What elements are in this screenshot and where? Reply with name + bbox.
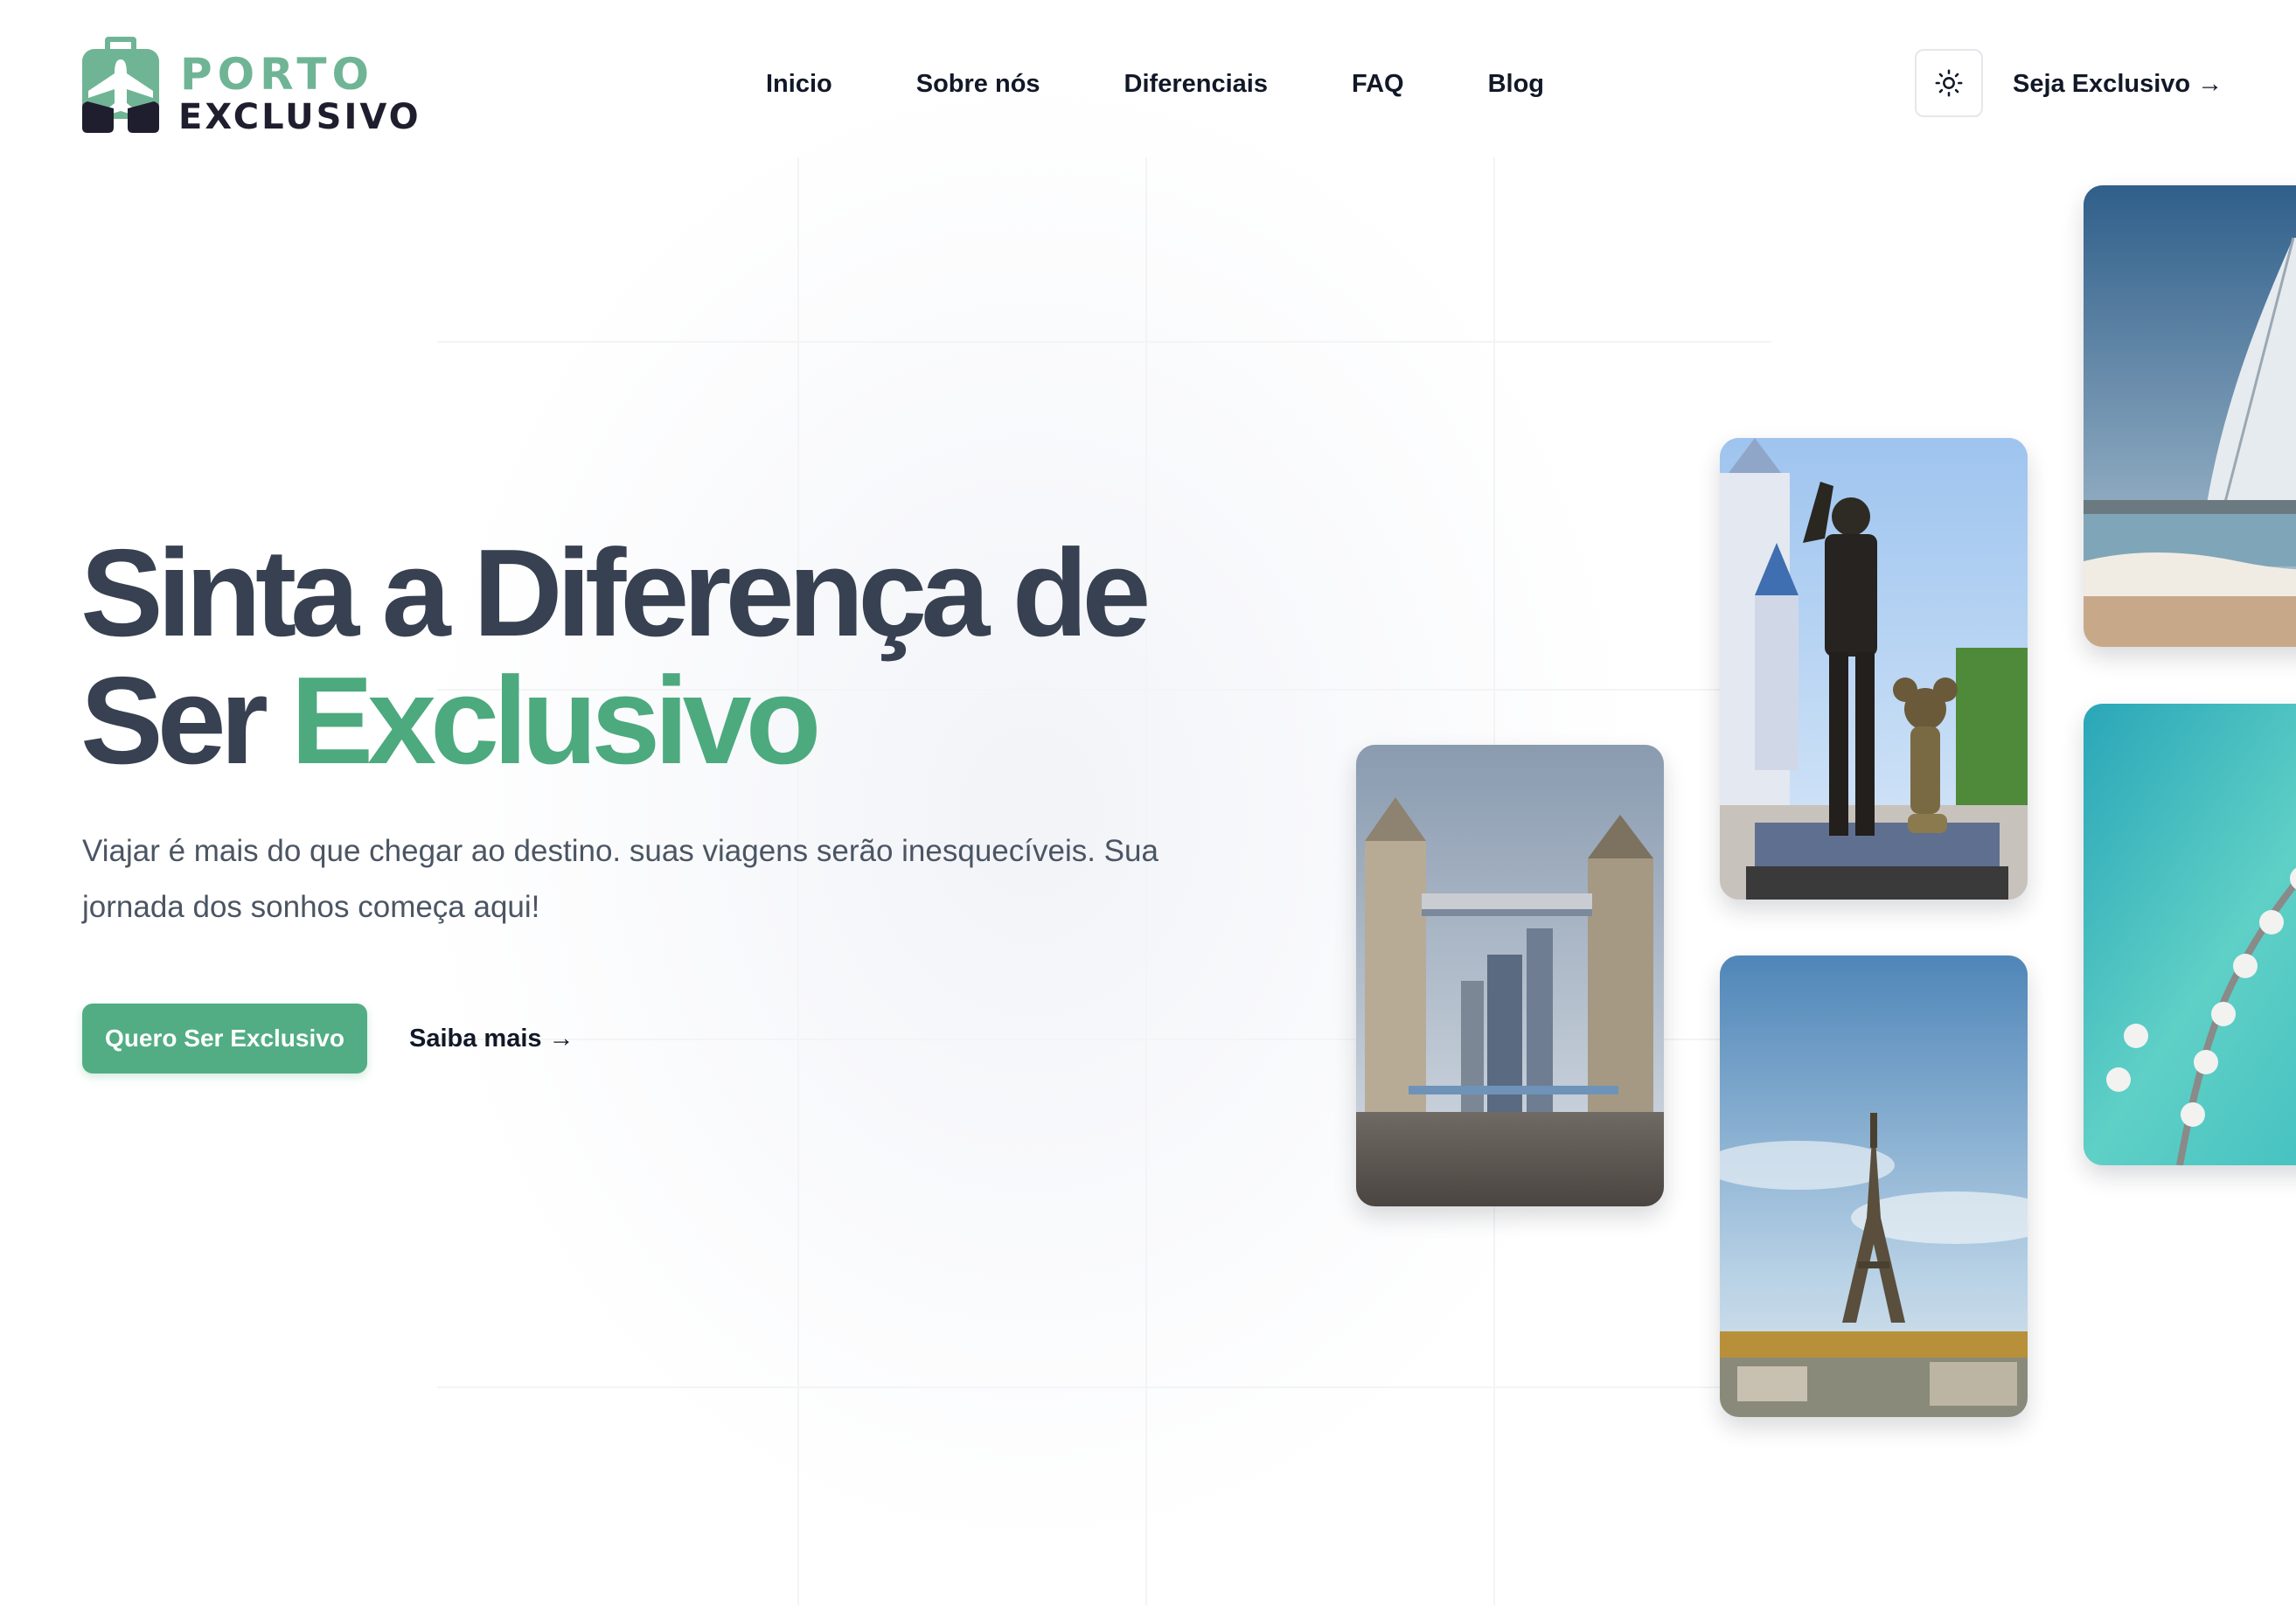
brand-name-top: PORTO (180, 49, 375, 100)
landing-page: PORTO EXCLUSIVO Inicio Sobre nós Diferen… (0, 0, 2296, 1605)
site-header: PORTO EXCLUSIVO Inicio Sobre nós Diferen… (0, 0, 2296, 166)
theme-toggle-button[interactable] (1915, 49, 1983, 117)
hero-subtitle: Viajar é mais do que chegar ao destino. … (82, 834, 1158, 924)
hero-title: Sinta a Diferença de Ser Exclusivo (80, 530, 1151, 785)
seja-exclusivo-label: Seja Exclusivo (2013, 70, 2191, 98)
sun-icon (1935, 69, 1963, 97)
disney-partners-statue-photo (1720, 438, 2028, 900)
arrow-right-icon: → (548, 1025, 574, 1053)
maldives-water-villas-photo (2084, 704, 2296, 1165)
saiba-mais-label: Saiba mais (409, 1025, 542, 1053)
brand-name-bottom: EXCLUSIVO (178, 97, 421, 137)
nav-item-sobre-nos[interactable]: Sobre nós (916, 66, 1040, 101)
suitcase-plane-logo-icon (82, 37, 159, 133)
seja-exclusivo-link[interactable]: Seja Exclusivo → (2013, 66, 2223, 101)
london-tower-bridge-photo (1356, 745, 1664, 1206)
saiba-mais-link[interactable]: Saiba mais → (409, 1021, 574, 1056)
arrow-right-icon: → (2197, 70, 2223, 98)
nav-item-blog[interactable]: Blog (1488, 66, 1544, 101)
background-grid-line (437, 341, 1771, 343)
hero-title-line1: Sinta a Diferença de (80, 524, 1151, 663)
hero-title-accent: Exclusivo (290, 651, 821, 790)
nav-item-inicio[interactable]: Inicio (766, 66, 832, 101)
background-grid-line (437, 1386, 1771, 1388)
main-nav: Inicio Sobre nós Diferenciais FAQ Blog (766, 66, 1544, 101)
brand-logo[interactable]: PORTO EXCLUSIVO (82, 33, 419, 136)
quero-ser-exclusivo-button[interactable]: Quero Ser Exclusivo (82, 1004, 367, 1073)
nav-item-diferenciais[interactable]: Diferenciais (1124, 66, 1268, 101)
paris-eiffel-tower-photo (1720, 955, 2028, 1417)
nav-item-faq[interactable]: FAQ (1352, 66, 1404, 101)
hero-title-line2: Ser (80, 651, 291, 790)
dubai-burj-al-arab-photo (2084, 185, 2296, 647)
